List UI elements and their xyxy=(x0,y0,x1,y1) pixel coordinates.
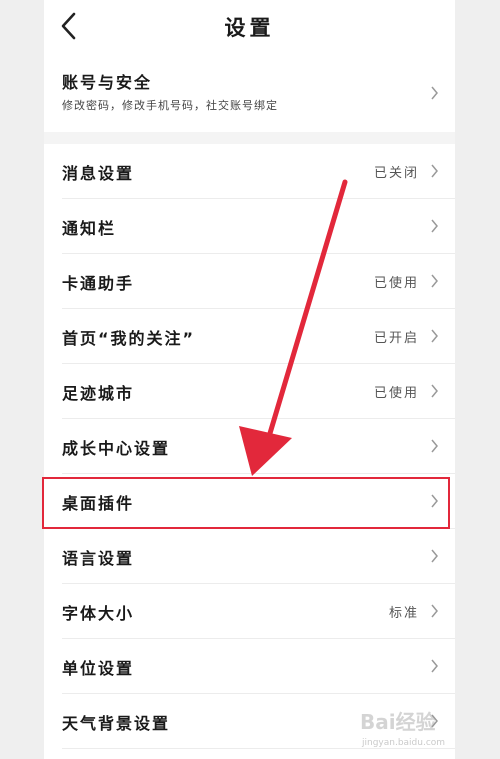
settings-row[interactable]: 字体大小 标准 xyxy=(44,584,455,639)
chevron-right-icon xyxy=(431,164,438,178)
chevron-right-icon xyxy=(431,604,438,618)
settings-screen: 设置 账号与安全 修改密码，修改手机号码，社交账号绑定 消息设置 已关闭通知栏卡通… xyxy=(44,0,455,759)
settings-row-label: 天气背景设置 xyxy=(62,714,171,733)
account-security-subtitle: 修改密码，修改手机号码，社交账号绑定 xyxy=(62,99,278,112)
chevron-right-icon xyxy=(431,659,438,673)
chevron-right-icon xyxy=(431,439,438,453)
settings-row-label: 成长中心设置 xyxy=(62,439,171,458)
top-bar: 设置 xyxy=(44,0,455,52)
chevron-right-icon xyxy=(431,549,438,563)
settings-row-label: 单位设置 xyxy=(62,659,135,678)
settings-row[interactable]: 卡通助手 已使用 xyxy=(44,254,455,309)
settings-row-label: 消息设置 xyxy=(62,164,135,183)
settings-row-status: 已开启 xyxy=(373,331,419,346)
settings-row[interactable]: 首页“我的关注” 已开启 xyxy=(44,309,455,364)
chevron-right-icon xyxy=(431,329,438,343)
watermark-brand: Bai经验 xyxy=(360,710,436,734)
settings-row-status: 已使用 xyxy=(373,276,419,291)
chevron-right-icon xyxy=(431,86,438,100)
chevron-right-icon xyxy=(431,274,438,288)
settings-row[interactable]: 桌面插件 xyxy=(44,474,455,529)
settings-row[interactable]: 通知栏 xyxy=(44,199,455,254)
settings-row-label: 通知栏 xyxy=(62,219,117,238)
settings-row-label: 首页“我的关注” xyxy=(62,329,196,348)
settings-row-status: 标准 xyxy=(388,606,419,621)
settings-row[interactable]: 语言设置 xyxy=(44,529,455,584)
settings-row-label: 语言设置 xyxy=(62,549,135,568)
settings-row-label: 字体大小 xyxy=(62,604,135,623)
settings-row[interactable]: 消息设置 已关闭 xyxy=(44,144,455,199)
settings-row-label: 卡通助手 xyxy=(62,274,135,293)
right-margin xyxy=(455,0,500,759)
settings-row-status: 已关闭 xyxy=(373,166,419,181)
settings-row-label: 足迹城市 xyxy=(62,384,135,403)
chevron-right-icon xyxy=(431,384,438,398)
account-security-label: 账号与安全 xyxy=(62,73,153,92)
account-security-row[interactable]: 账号与安全 修改密码，修改手机号码，社交账号绑定 xyxy=(44,52,455,132)
section-divider xyxy=(44,132,455,144)
settings-row[interactable]: 足迹城市 已使用 xyxy=(44,364,455,419)
chevron-right-icon xyxy=(431,494,438,508)
settings-row-status: 已使用 xyxy=(373,386,419,401)
settings-row[interactable]: 单位设置 xyxy=(44,639,455,694)
page-title: 设置 xyxy=(224,16,275,40)
watermark-url: jingyan.baidu.com xyxy=(362,738,446,748)
left-margin xyxy=(0,0,44,759)
chevron-right-icon xyxy=(431,219,438,233)
settings-row-label: 桌面插件 xyxy=(62,494,135,513)
baidu-watermark: Bai经验 jingyan.baidu.com xyxy=(360,700,470,755)
settings-row[interactable]: 成长中心设置 xyxy=(44,419,455,474)
